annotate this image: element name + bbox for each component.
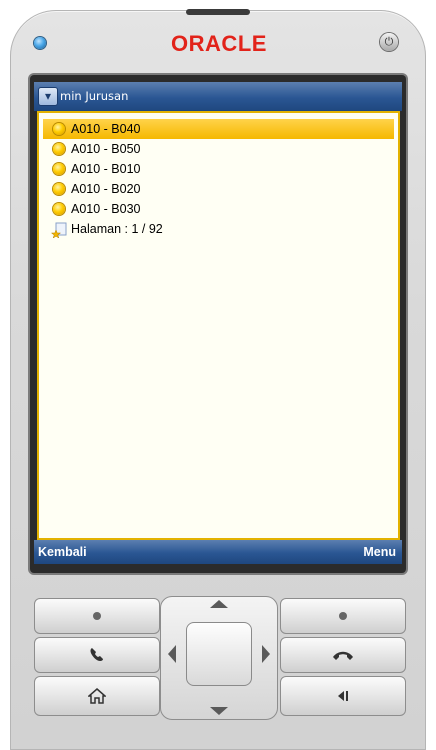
right-soft-key[interactable]	[280, 598, 406, 634]
call-icon	[90, 648, 103, 661]
yellow-dot-icon	[53, 183, 65, 195]
list-item-label: A010 - B050	[71, 142, 141, 156]
yellow-dot-icon	[53, 123, 65, 135]
dpad-down-icon[interactable]	[210, 707, 228, 715]
end-call-icon	[333, 651, 353, 660]
course-list: A010 - B040 A010 - B050 A010 - B010 A010…	[43, 119, 394, 239]
menu-softkey[interactable]: Menu	[363, 540, 396, 564]
list-item-label: A010 - B040	[71, 122, 141, 136]
right-soft-key-icon	[339, 612, 347, 620]
page-star-icon	[51, 222, 67, 238]
list-item[interactable]: A010 - B050	[43, 139, 394, 159]
dpad-up-icon[interactable]	[210, 600, 228, 608]
back-softkey[interactable]: Kembali	[38, 540, 87, 564]
dpad-left-icon[interactable]	[168, 645, 176, 663]
yellow-dot-icon	[53, 203, 65, 215]
home-icon	[88, 688, 106, 704]
yellow-dot-icon	[53, 143, 65, 155]
pagination-label: Halaman : 1 / 92	[71, 222, 163, 236]
back-button[interactable]	[280, 676, 406, 716]
pagination-item[interactable]: Halaman : 1 / 92	[43, 219, 394, 239]
screen-title: min Jurusan	[60, 89, 129, 103]
end-call-button[interactable]	[280, 637, 406, 673]
list-item[interactable]: A010 - B020	[43, 179, 394, 199]
list-item-label: A010 - B010	[71, 162, 141, 176]
status-led-icon	[34, 37, 46, 49]
screen-title-bar: ▾ min Jurusan	[34, 82, 402, 111]
home-button[interactable]	[34, 676, 160, 716]
list-item[interactable]: A010 - B030	[43, 199, 394, 219]
list-item-label: A010 - B020	[71, 182, 141, 196]
dpad-select-icon[interactable]	[186, 622, 252, 686]
softkey-bar: Kembali Menu	[34, 540, 402, 564]
dpad-right-icon[interactable]	[262, 645, 270, 663]
list-item[interactable]: A010 - B010	[43, 159, 394, 179]
call-button[interactable]	[34, 637, 160, 673]
list-item[interactable]: A010 - B040	[43, 119, 394, 139]
list-item-label: A010 - B030	[71, 202, 141, 216]
screen-content: A010 - B040 A010 - B050 A010 - B010 A010…	[37, 111, 400, 540]
left-soft-key[interactable]	[34, 598, 160, 634]
back-icon	[338, 691, 348, 701]
power-icon[interactable]: ⏻	[380, 33, 398, 51]
brand-logo: ORACLE	[171, 31, 267, 56]
chevron-down-icon[interactable]: ▾	[38, 87, 58, 106]
yellow-dot-icon	[53, 163, 65, 175]
left-soft-key-icon	[93, 612, 101, 620]
top-notch	[186, 9, 250, 15]
